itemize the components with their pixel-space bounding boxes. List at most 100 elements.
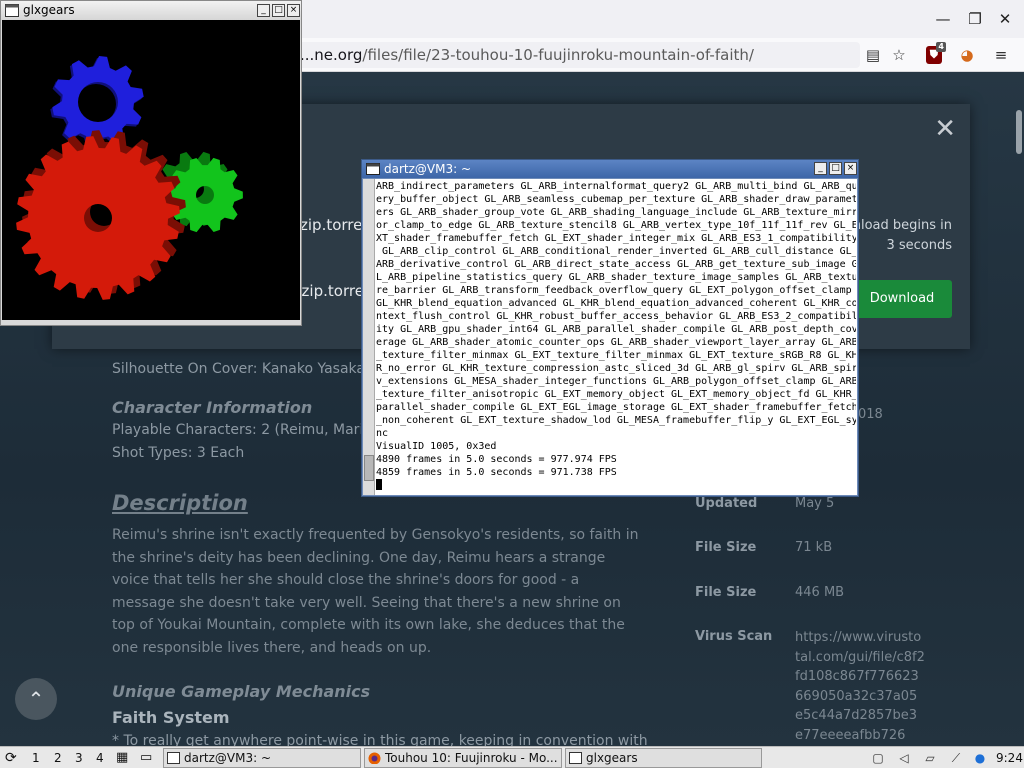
url-bar[interactable]: ...ne.org/files/file/23-touhou-10-fuujin… xyxy=(260,42,860,68)
task-browser[interactable]: Touhou 10: Fuujinroku - Mo... xyxy=(364,748,562,768)
gears-canvas xyxy=(2,20,300,320)
terminal-titlebar[interactable]: dartz@VM3: ~ _ □ × xyxy=(362,160,858,178)
close-icon[interactable]: × xyxy=(287,4,300,17)
terminal-line: GL_ARB_clip_control GL_ARB_conditional_r… xyxy=(376,246,856,257)
terminal-scrollbar-thumb[interactable] xyxy=(364,455,374,481)
clock: 9:24 xyxy=(996,751,1023,765)
terminal-window: dartz@VM3: ~ _ □ × ARB_indirect_paramete… xyxy=(361,159,859,497)
taskbar: ⟳ 1 2 3 4 ▦ ▭ dartz@VM3: ~ Touhou 10: Fu… xyxy=(0,746,1024,768)
notes-icon[interactable]: ▱ xyxy=(922,750,938,766)
terminal-icon xyxy=(366,163,380,175)
faith-system-text: * To really get anywhere point-wise in t… xyxy=(112,733,648,746)
terminal-line: ntext_flush_control GL_KHR_robust_buffer… xyxy=(376,311,856,322)
terminal-line: re_barrier GL_ARB_transform_feedback_ove… xyxy=(376,285,852,296)
url-path: /files/file/23-touhou-10-fuujinroku-moun… xyxy=(362,46,754,64)
extension-icon[interactable]: ◕ xyxy=(956,44,978,66)
terminal-line: v_extensions GL_MESA_shader_integer_func… xyxy=(376,376,856,387)
side-date-fragment: 018 xyxy=(858,407,883,422)
back-to-top-button[interactable]: ⌃ xyxy=(15,678,57,720)
terminal-line: R_no_error GL_KHR_texture_compression_as… xyxy=(376,363,856,374)
terminal-line: VisualID 1005, 0x3ed xyxy=(376,441,497,452)
bluetooth-icon[interactable]: ● xyxy=(972,750,988,766)
terminal-line: ery_buffer_object GL_ARB_seamless_cubema… xyxy=(376,194,856,205)
workspace-2[interactable]: 2 xyxy=(54,749,62,767)
menu-icon[interactable]: ≡ xyxy=(990,44,1012,66)
glxgears-title: glxgears xyxy=(23,3,75,17)
start-menu-icon[interactable]: ⟳ xyxy=(5,749,17,767)
description-heading[interactable]: Description xyxy=(112,491,248,515)
terminal-scrollbar[interactable] xyxy=(363,179,375,495)
glxgears-titlebar[interactable]: glxgears _ □ × xyxy=(1,1,301,20)
reader-view-icon[interactable]: ▤ xyxy=(862,44,884,66)
terminal-title: dartz@VM3: ~ xyxy=(384,162,472,176)
silhouette-text: Silhouette On Cover: Kanako Yasaka ( xyxy=(112,361,375,377)
minimize-icon[interactable]: _ xyxy=(814,162,827,175)
volume-icon[interactable]: ◁ xyxy=(896,750,912,766)
red-gear xyxy=(16,130,186,300)
window-icon xyxy=(5,4,19,17)
workspace-1[interactable]: 1 xyxy=(32,749,40,767)
network-icon[interactable]: ⟋ xyxy=(948,750,964,766)
terminal-line: ity GL_ARB_gpu_shader_int64 GL_ARB_paral… xyxy=(376,324,856,335)
playable-characters: Playable Characters: 2 (Reimu, Marisa xyxy=(112,422,380,438)
terminal-line: nc xyxy=(376,428,389,439)
ublock-icon[interactable]: ⛊ 4 xyxy=(926,42,946,64)
updated-value: May 5 xyxy=(795,496,835,511)
terminal-line: parallel_shader_compile GL_EXT_EGL_image… xyxy=(376,402,856,413)
description-text: Reimu's shrine isn't exactly frequented … xyxy=(112,527,639,656)
task-terminal[interactable]: dartz@VM3: ~ xyxy=(163,748,361,768)
terminal-line: 4859 frames in 5.0 seconds = 971.738 FPS xyxy=(376,467,617,478)
page-scrollbar-thumb[interactable] xyxy=(1016,110,1022,154)
unique-mechanics-heading: Unique Gameplay Mechanics xyxy=(112,682,371,701)
file-manager-icon[interactable]: ▦ xyxy=(116,749,128,767)
file-size-label: File Size xyxy=(695,540,757,555)
torrent-filename-2: r.zip.torre xyxy=(292,282,364,300)
url-host: ...ne.org xyxy=(300,46,363,64)
bookmark-star-icon[interactable]: ☆ xyxy=(888,44,910,66)
updated-label: Updated xyxy=(695,496,758,511)
minimize-icon[interactable]: — xyxy=(932,8,954,30)
character-info-heading: Character Information xyxy=(112,398,313,417)
glxgears-window: glxgears _ □ × xyxy=(0,0,302,326)
terminal-line: GL_KHR_blend_equation_advanced GL_KHR_bl… xyxy=(376,298,856,309)
close-icon[interactable]: × xyxy=(844,162,857,175)
virus-scan-link[interactable]: https://www.virustotal.com/gui/file/c8f2… xyxy=(795,628,925,745)
terminal-task-icon xyxy=(167,752,180,764)
faith-system-heading: Faith System xyxy=(112,708,230,727)
clipboard-icon[interactable]: ▢ xyxy=(870,750,886,766)
terminal-cursor xyxy=(376,479,382,490)
task-browser-label: Touhou 10: Fuujinroku - Mo... xyxy=(385,751,558,765)
terminal-line: ARB_derivative_control GL_ARB_direct_sta… xyxy=(376,259,856,270)
maximize-icon[interactable]: □ xyxy=(829,162,842,175)
minimize-icon[interactable]: _ xyxy=(257,4,270,17)
shot-types: Shot Types: 3 Each xyxy=(112,445,245,461)
workspace-3[interactable]: 3 xyxy=(75,749,83,767)
terminal-prompt-line xyxy=(376,479,856,493)
firefox-icon xyxy=(368,752,381,764)
terminal-launcher-icon[interactable]: ▭ xyxy=(140,749,152,767)
file-size-value-2: 446 MB xyxy=(795,585,845,600)
ublock-count-badge: 4 xyxy=(936,42,946,52)
terminal-line: ers GL_ARB_shader_group_vote GL_ARB_shad… xyxy=(376,207,856,218)
terminal-line: or_clamp_to_edge GL_ARB_texture_stencil8… xyxy=(376,220,856,231)
torrent-filename-1: zip.torre xyxy=(300,216,363,234)
terminal-line: _texture_filter_anisotropic GL_EXT_memor… xyxy=(376,389,856,400)
task-glxgears[interactable]: glxgears xyxy=(565,748,762,768)
virus-scan-label: Virus Scan xyxy=(695,629,773,644)
close-icon[interactable]: ✕ xyxy=(994,8,1016,30)
task-terminal-label: dartz@VM3: ~ xyxy=(184,751,272,765)
maximize-icon[interactable]: □ xyxy=(272,4,285,17)
modal-close-icon[interactable]: ✕ xyxy=(934,114,956,144)
task-glxgears-label: glxgears xyxy=(586,751,638,765)
glxgears-task-icon xyxy=(569,752,582,764)
download-button[interactable]: Download xyxy=(852,280,952,318)
workspace-4[interactable]: 4 xyxy=(96,749,104,767)
terminal-line: XT_shader_framebuffer_fetch GL_EXT_shade… xyxy=(376,233,856,244)
file-size-value: 71 kB xyxy=(795,540,833,555)
terminal-body[interactable]: ARB_indirect_parameters GL_ARB_internalf… xyxy=(363,179,857,495)
terminal-output: ARB_indirect_parameters GL_ARB_internalf… xyxy=(376,180,856,493)
page-scrollbar[interactable] xyxy=(1014,72,1024,746)
terminal-line: _texture_filter_minmax GL_EXT_texture_fi… xyxy=(376,350,856,361)
terminal-line: erage GL_ARB_shader_atomic_counter_ops G… xyxy=(376,337,856,348)
maximize-icon[interactable]: ❐ xyxy=(964,8,986,30)
